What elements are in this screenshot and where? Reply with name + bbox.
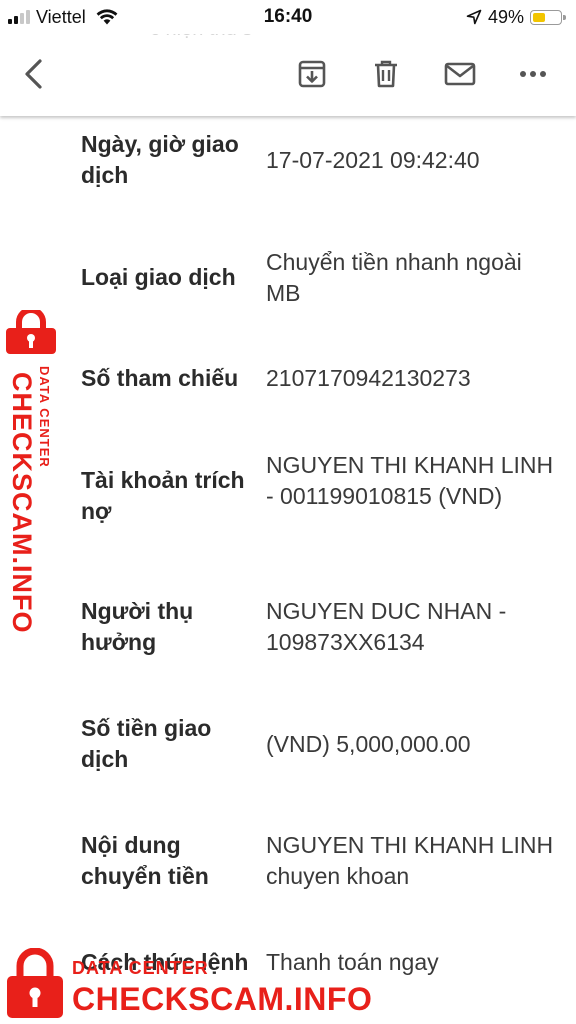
detail-label: Số tham chiếu [81,365,239,391]
detail-value: 2107170942130273 [266,365,471,391]
detail-label: Người thụ hưởng [81,598,194,655]
email-toolbar: c hiện thủ s [0,18,576,116]
battery-percent: 49% [487,6,524,27]
watermark-brand: CHECKSCAM.INFO [72,981,373,1017]
detail-value: (VND) 5,000,000.00 [266,731,471,757]
detail-value: NGUYEN THI KHANH LINH chuyen khoan [266,832,554,889]
mail-button[interactable] [440,54,480,94]
more-button[interactable] [513,54,553,94]
battery-icon [530,9,566,25]
trash-icon [375,60,397,88]
archive-icon [298,60,326,88]
detail-value: Chuyển tiền nhanh ngoài MB [266,249,522,306]
detail-label: Ngày, giờ giao dịch [81,131,239,188]
mail-icon [444,62,476,86]
delete-button[interactable] [366,54,406,94]
watermark-tagline-vertical: DATA CENTER [37,366,52,468]
location-arrow-icon [466,9,482,25]
back-button[interactable] [14,54,54,94]
watermark-lock-icon [7,948,63,1018]
detail-label: Số tiền giao dịch [81,715,212,772]
archive-button[interactable] [292,54,332,94]
detail-value: NGUYEN THI KHANH LINH - 001199010815 (VN… [266,452,554,509]
detail-label: Nội dung chuyển tiền [81,832,209,889]
chevron-left-icon [25,59,42,89]
detail-value: Thanh toán ngay [266,949,439,975]
detail-value: 17-07-2021 09:42:40 [266,147,480,173]
transaction-details: Ngày, giờ giao dịch 17-07-2021 09:42:40 … [0,116,576,1024]
detail-value: NGUYEN DUC NHAN - 109873XX6134 [266,598,507,655]
battery-fill [533,12,545,22]
status-right: 49% [466,6,566,28]
watermark-tagline: DATA CENTER [72,958,209,978]
detail-label: Loại giao dịch [81,264,236,290]
watermark-brand-vertical: CHECKSCAM.INFO [7,372,37,634]
more-horizontal-icon [520,71,546,77]
watermark-lock-icon [6,310,56,354]
status-bar: Viettel 16:40 49% [0,0,576,34]
detail-label: Tài khoản trích nợ [81,467,245,524]
